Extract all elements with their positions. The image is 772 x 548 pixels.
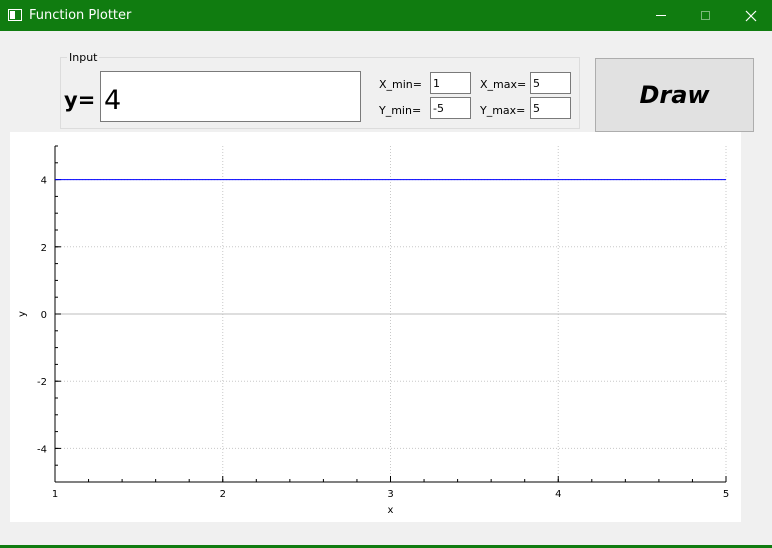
x-tick-label: 5 [723, 489, 729, 500]
x-tick-label: 2 [220, 489, 226, 500]
x-tick-label: 1 [52, 489, 58, 500]
y-max-label: Y_max= [480, 104, 526, 117]
close-button[interactable] [728, 0, 772, 31]
x-tick-label: 3 [387, 489, 393, 500]
maximize-button[interactable] [683, 0, 728, 31]
app-window-icon [8, 9, 22, 21]
x-min-input[interactable] [430, 72, 471, 94]
y-min-input[interactable] [430, 97, 471, 119]
x-max-input[interactable] [530, 72, 571, 94]
minimize-button[interactable] [638, 0, 683, 31]
x-tick-label: 4 [555, 489, 561, 500]
title-bar: Function Plotter [0, 0, 772, 31]
x-max-label: X_max= [480, 78, 527, 91]
maximize-icon [701, 11, 710, 20]
y-tick-label: 4 [41, 176, 47, 187]
x-axis-label: x [388, 505, 394, 516]
y-tick-label: 2 [41, 243, 47, 254]
y-tick-label: -2 [37, 377, 47, 388]
y-tick-label: -4 [37, 444, 47, 455]
y-axis-label: y [17, 311, 28, 317]
x-min-label: X_min= [379, 78, 422, 91]
y-equals-label: y= [64, 88, 96, 112]
close-icon [745, 10, 756, 21]
y-max-input[interactable] [530, 97, 571, 119]
function-input[interactable] [100, 71, 361, 122]
y-tick-label: 0 [41, 310, 47, 321]
window-title: Function Plotter [29, 8, 132, 23]
plot-area: 1 2 3 4 5 -4 -2 0 2 4 x y [10, 132, 741, 522]
plot-canvas: 1 2 3 4 5 -4 -2 0 2 4 x y [17, 145, 729, 516]
draw-button[interactable]: Draw [595, 58, 754, 132]
y-min-label: Y_min= [379, 104, 422, 117]
minimize-icon [655, 15, 666, 16]
input-group-title: Input [67, 51, 100, 64]
